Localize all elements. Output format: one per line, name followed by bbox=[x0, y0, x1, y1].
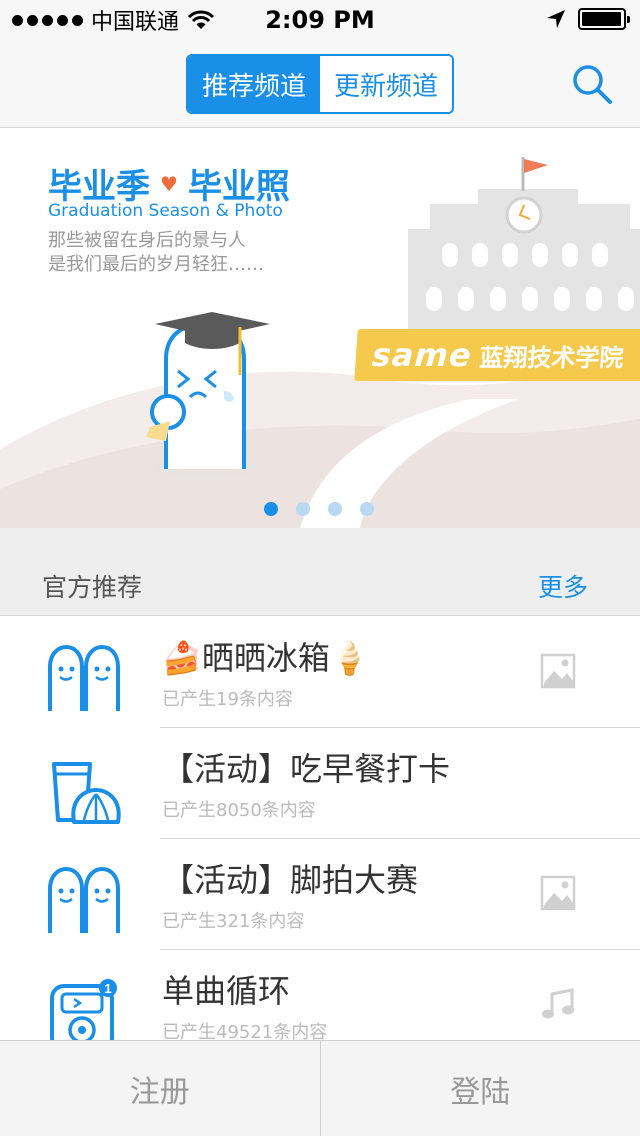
tab-updated-channels[interactable]: 更新频道 bbox=[320, 56, 452, 112]
school-name: 蓝翔技术学院 bbox=[478, 343, 625, 372]
banner-desc-line1: 那些被留在身后的景与人 bbox=[48, 230, 246, 251]
status-bar: 中国联通 2:09 PM bbox=[0, 0, 640, 40]
section-title: 官方推荐 bbox=[42, 573, 143, 602]
banner-desc-line2: 是我们最后的岁月轻狂…… bbox=[48, 254, 264, 275]
channel-name: 🍰晒晒冰箱🍦 bbox=[162, 639, 370, 677]
twin-ghosts-icon bbox=[48, 866, 120, 933]
banner-description: 那些被留在身后的景与人 是我们最后的岁月轻狂…… bbox=[48, 229, 264, 277]
page-dot[interactable] bbox=[296, 502, 310, 516]
promo-banner[interactable]: 毕业季 ♥ 毕业照 Graduation Season & Photo 那些被留… bbox=[0, 129, 640, 528]
heart-icon: ♥ bbox=[160, 171, 178, 196]
list-item[interactable]: 【活动】脚拍大赛 已产生321条内容 bbox=[0, 839, 640, 950]
location-arrow-icon bbox=[547, 10, 565, 28]
page-dot[interactable] bbox=[264, 502, 278, 516]
list-item[interactable]: 🍰晒晒冰箱🍦 已产生19条内容 bbox=[0, 617, 640, 728]
channel-name: 单曲循环 bbox=[162, 972, 291, 1010]
official-recommend-header: 官方推荐 更多 bbox=[0, 528, 640, 616]
more-link[interactable]: 更多 bbox=[538, 568, 588, 604]
image-icon bbox=[540, 875, 576, 911]
register-button[interactable]: 注册 bbox=[0, 1041, 320, 1136]
bottom-bar: 注册 登陆 bbox=[0, 1040, 640, 1136]
channel-count: 已产生8050条内容 bbox=[162, 800, 316, 821]
breakfast-icon bbox=[52, 762, 121, 824]
channel-segmented-control: 推荐频道 更新频道 bbox=[186, 54, 454, 114]
page-dot[interactable] bbox=[360, 502, 374, 516]
status-bar-right bbox=[546, 8, 630, 30]
channel-name: 【活动】吃早餐打卡 bbox=[162, 750, 451, 788]
nav-bar: 推荐频道 更新频道 bbox=[0, 40, 640, 128]
tab-recommended-channels[interactable]: 推荐频道 bbox=[188, 56, 320, 112]
status-time: 2:09 PM bbox=[265, 6, 375, 34]
login-button[interactable]: 登陆 bbox=[319, 1041, 640, 1136]
channel-name: 【活动】脚拍大赛 bbox=[162, 861, 419, 899]
channel-count: 已产生321条内容 bbox=[162, 911, 305, 932]
page-dot[interactable] bbox=[328, 502, 342, 516]
channel-count: 已产生19条内容 bbox=[162, 689, 293, 710]
banner-school-sign: same 蓝翔技术学院 bbox=[354, 329, 640, 381]
list-item[interactable]: 【活动】吃早餐打卡 已产生8050条内容 bbox=[0, 728, 640, 839]
channel-list: 🍰晒晒冰箱🍦 已产生19条内容 【活动】吃早餐打卡 已产生8050条内容 【活动… bbox=[0, 617, 640, 1061]
same-logo: same bbox=[370, 336, 474, 374]
twin-ghosts-icon bbox=[48, 644, 120, 711]
image-icon bbox=[540, 653, 576, 689]
search-icon[interactable] bbox=[570, 62, 614, 106]
svg-text:1: 1 bbox=[104, 981, 111, 996]
banner-subtitle: Graduation Season & Photo bbox=[48, 201, 283, 221]
battery-icon bbox=[578, 8, 630, 30]
music-note-icon bbox=[542, 988, 574, 1019]
banner-page-indicator[interactable] bbox=[264, 502, 374, 516]
